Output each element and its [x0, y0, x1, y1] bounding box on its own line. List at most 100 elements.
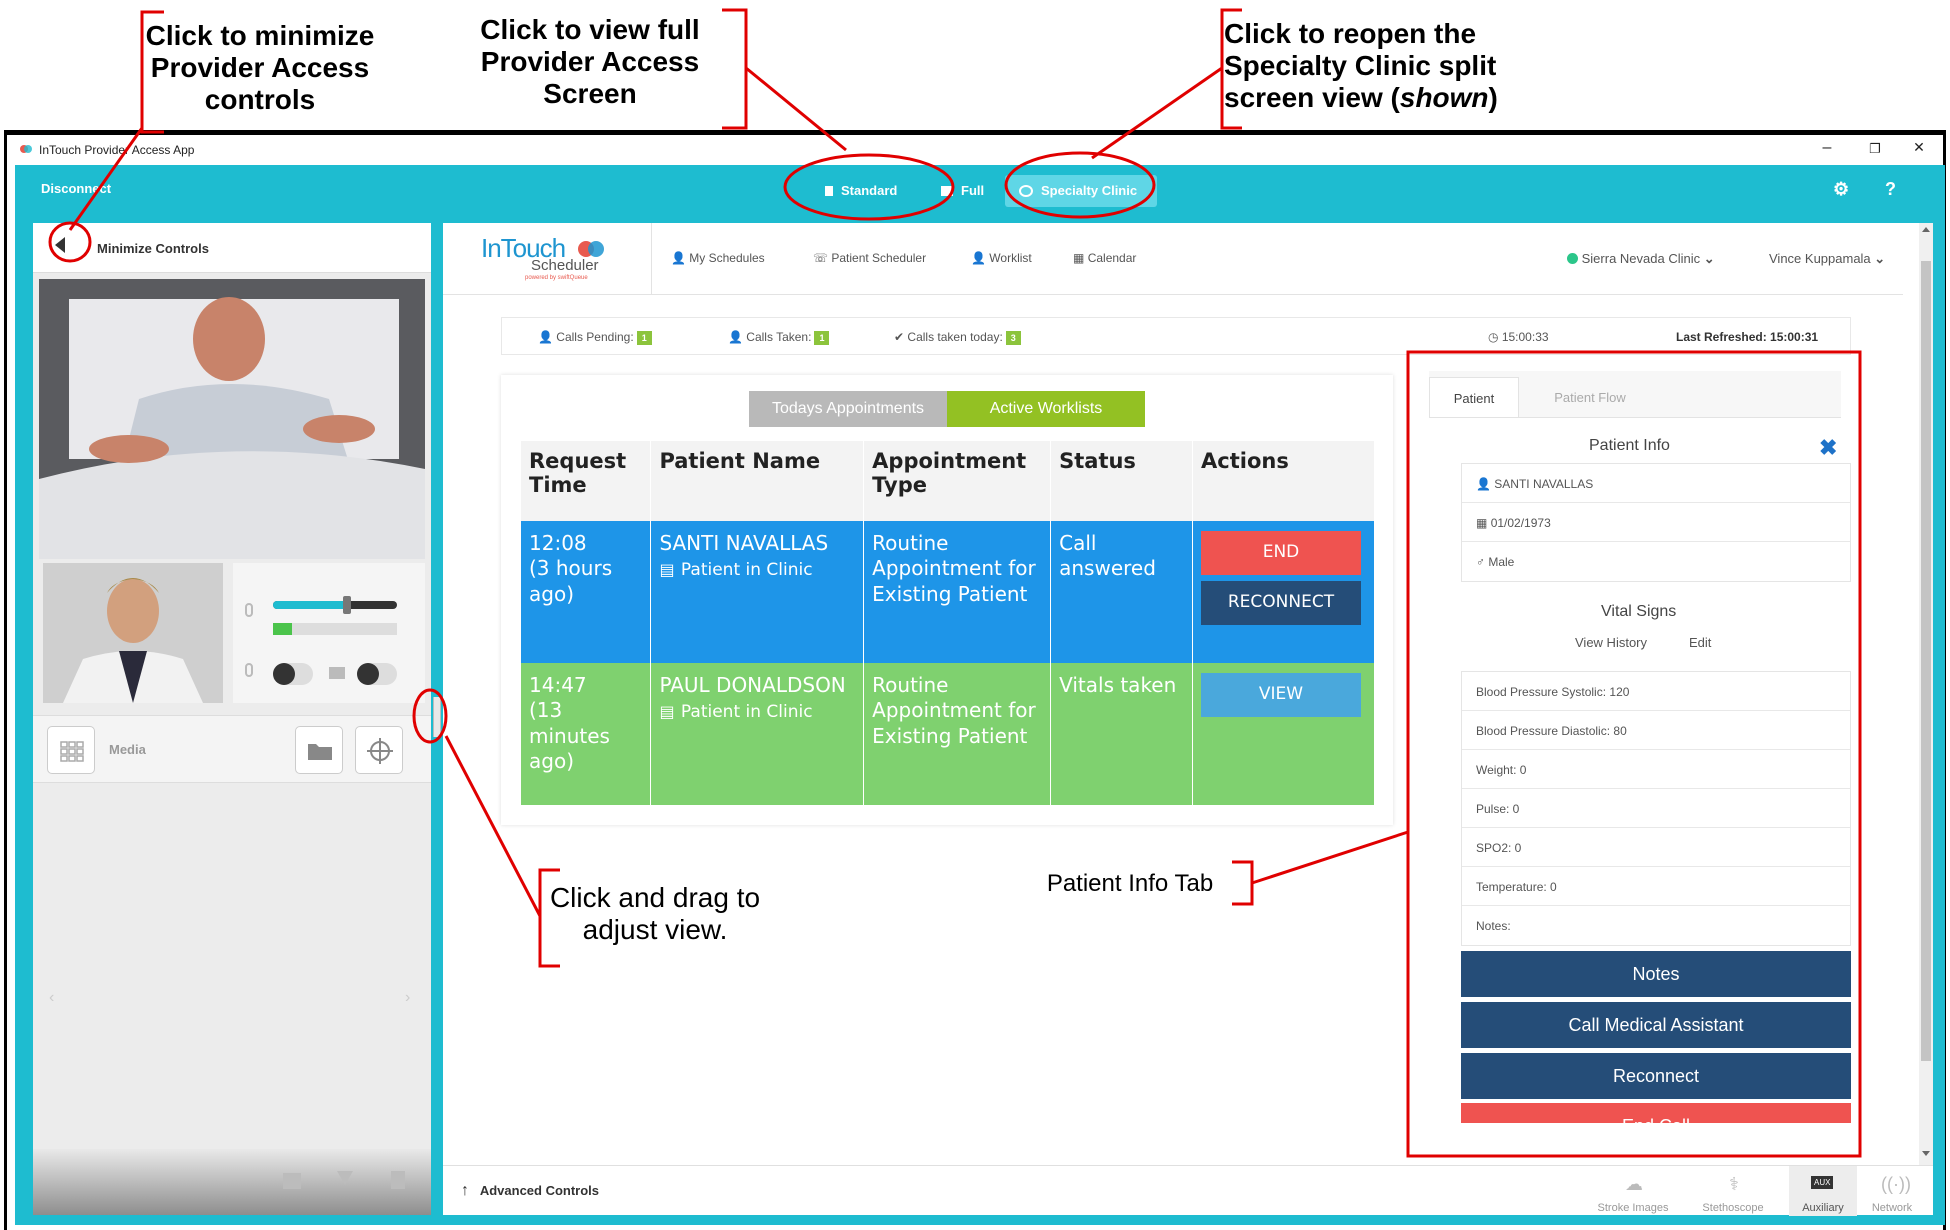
- tab-todays-appointments[interactable]: Todays Appointments: [749, 391, 947, 427]
- standard-label: Standard: [841, 183, 898, 198]
- window-title: InTouch Provider Access App: [39, 143, 195, 157]
- calls-pending-label: Calls Pending:: [556, 330, 634, 344]
- appointment-type: Routine Appointment for Existing Patient: [863, 663, 1052, 805]
- tab-active-worklists[interactable]: Active Worklists: [947, 391, 1145, 427]
- vital-signs-title: Vital Signs: [1601, 603, 1677, 620]
- camera-icon: [329, 667, 345, 679]
- calls-taken-label: Calls Taken:: [746, 330, 812, 344]
- patient-demographics: 👤 SANTI NAVALLAS ▦ 01/02/1973 ♂ Male: [1461, 463, 1851, 582]
- notes-button[interactable]: Notes: [1461, 951, 1851, 997]
- volume-slider[interactable]: [273, 596, 397, 614]
- vertical-scrollbar[interactable]: [1919, 223, 1933, 1165]
- calendar-icon: ▦: [1073, 251, 1085, 265]
- stroke-images-button[interactable]: ☁ Stroke Images: [1593, 1166, 1673, 1216]
- snapshot-icon[interactable]: [283, 1173, 301, 1189]
- user-chevron-down-icon: ⌄: [1874, 251, 1886, 266]
- scroll-down-icon[interactable]: [1922, 1151, 1930, 1156]
- appointment-type: Routine Appointment for Existing Patient: [863, 521, 1052, 663]
- patient-sex-row: ♂ Male: [1462, 542, 1850, 581]
- volume-slider-handle[interactable]: [343, 596, 352, 614]
- column-header: Status: [1050, 441, 1193, 521]
- end-call-button-clip: End Call: [1461, 1103, 1851, 1123]
- mode-bar: Disconnect Standard Full Specialty Clini…: [15, 165, 1945, 215]
- view-button[interactable]: VIEW: [1201, 673, 1361, 717]
- open-folder-button[interactable]: [295, 726, 343, 774]
- download-icon[interactable]: [337, 1171, 353, 1185]
- patient-location-label: Patient in Clinic: [680, 560, 813, 581]
- patient-location: ▤ Patient in Clinic: [659, 698, 855, 724]
- full-label: Full: [961, 183, 985, 198]
- clipboard-icon: ▤: [659, 560, 675, 580]
- screen-capture-button[interactable]: [355, 726, 403, 774]
- window-titlebar: InTouch Provider Access App – ❐ ✕: [7, 135, 1943, 165]
- person-icon: 👤: [1476, 477, 1491, 491]
- media-bar: Media: [33, 715, 431, 783]
- chevron-down-icon: ⌄: [1703, 251, 1715, 266]
- close-icon[interactable]: ✖: [1819, 435, 1837, 461]
- folder-icon: [308, 744, 332, 760]
- reconnect-call-button[interactable]: Reconnect: [1461, 1053, 1851, 1099]
- split-drag-handle[interactable]: [433, 697, 441, 737]
- minimize-controls-bar[interactable]: Minimize Controls: [33, 223, 431, 273]
- help-icon[interactable]: ?: [1885, 179, 1896, 200]
- window-minimize-button[interactable]: –: [1807, 139, 1847, 157]
- patient-video-image: [39, 279, 425, 559]
- tab-patient[interactable]: Patient: [1429, 377, 1519, 417]
- end-call-button[interactable]: End Call: [1461, 1103, 1851, 1123]
- patient-name: SANTI NAVALLAS: [659, 531, 829, 555]
- next-arrow-icon[interactable]: ›: [405, 989, 410, 1007]
- call-medical-assistant-button[interactable]: Call Medical Assistant: [1461, 1002, 1851, 1048]
- full-button[interactable]: Full: [941, 175, 1001, 207]
- nav-patient-scheduler[interactable]: ☏ Patient Scheduler: [813, 251, 926, 265]
- specialty-clinic-button[interactable]: Specialty Clinic: [1005, 175, 1157, 207]
- provider-video-image: [43, 563, 223, 703]
- grid-button[interactable]: [47, 726, 95, 774]
- network-label: Network: [1871, 1202, 1913, 1214]
- advanced-controls-toggle[interactable]: ↑ Advanced Controls: [461, 1182, 599, 1200]
- nav-my-schedules[interactable]: 👤 My Schedules: [671, 251, 765, 265]
- table-row[interactable]: 12:08 (3 hours ago) SANTI NAVALLAS ▤ Patie…: [521, 521, 1375, 663]
- gear-icon[interactable]: ⚙: [1833, 179, 1849, 200]
- nav-calendar[interactable]: ▦ Calendar: [1073, 251, 1136, 265]
- request-time: 12:08: [529, 531, 587, 555]
- window-close-button[interactable]: ✕: [1899, 139, 1939, 156]
- edit-vitals-link[interactable]: Edit: [1689, 635, 1711, 650]
- current-time: ◷ 15:00:33: [1488, 330, 1549, 344]
- nav-worklist[interactable]: 👤 Worklist: [971, 251, 1032, 265]
- callout-full-line2: Provider Access: [480, 46, 700, 78]
- callout-minimize-line2: Provider Access: [150, 52, 370, 84]
- disconnect-button[interactable]: Disconnect: [41, 181, 111, 196]
- scroll-up-icon[interactable]: [1922, 227, 1930, 232]
- standard-button[interactable]: Standard: [825, 175, 915, 207]
- scrollbar-thumb[interactable]: [1921, 261, 1931, 1061]
- caret-left-icon[interactable]: [55, 237, 65, 253]
- scheduler-logo: InTouch Scheduler powered by swiftQueue: [481, 233, 611, 285]
- reconnect-button[interactable]: RECONNECT: [1201, 581, 1361, 625]
- window-restore-button[interactable]: ❐: [1855, 141, 1895, 157]
- microphone-toggle[interactable]: [273, 663, 313, 685]
- tab-patient-flow[interactable]: Patient Flow: [1525, 377, 1655, 417]
- trash-icon[interactable]: [391, 1171, 405, 1189]
- table-row[interactable]: 14:47 (13 minutes ago) PAUL DONALDSON ▤ Pa…: [521, 663, 1375, 805]
- patient-video-feed: [39, 279, 425, 559]
- column-header: Actions: [1192, 441, 1375, 521]
- network-button[interactable]: ((·)) Network: [1857, 1166, 1927, 1216]
- full-screen-icon: [941, 186, 953, 196]
- patient-name-cell: SANTI NAVALLAS ▤ Patient in Clinic: [650, 521, 865, 663]
- end-button[interactable]: END: [1201, 531, 1361, 575]
- user-menu[interactable]: Vince Kuppamala ⌄: [1769, 251, 1885, 267]
- app-frame: Disconnect Standard Full Specialty Clini…: [15, 165, 1945, 1225]
- auxiliary-button[interactable]: AUX Auxiliary: [1789, 1166, 1857, 1216]
- previous-arrow-icon[interactable]: ‹: [49, 989, 54, 1007]
- clinic-selector[interactable]: Sierra Nevada Clinic ⌄: [1567, 251, 1715, 267]
- advanced-controls-label: Advanced Controls: [479, 1183, 600, 1198]
- call-status-bar: 👤 Calls Pending: 1 👤 Calls Taken: 1 ✔ Call…: [501, 317, 1851, 355]
- camera-toggle[interactable]: [357, 663, 397, 685]
- request-ago: (13 minutes ago): [529, 698, 610, 774]
- specialty-clinic-icon: [1019, 185, 1033, 197]
- column-header: Patient Name: [650, 441, 865, 521]
- stethoscope-button[interactable]: ⚕ Stethoscope: [1693, 1166, 1773, 1216]
- view-history-link[interactable]: View History: [1575, 635, 1647, 650]
- male-icon: ♂: [1476, 555, 1485, 569]
- microphone-toggle-knob: [273, 663, 295, 685]
